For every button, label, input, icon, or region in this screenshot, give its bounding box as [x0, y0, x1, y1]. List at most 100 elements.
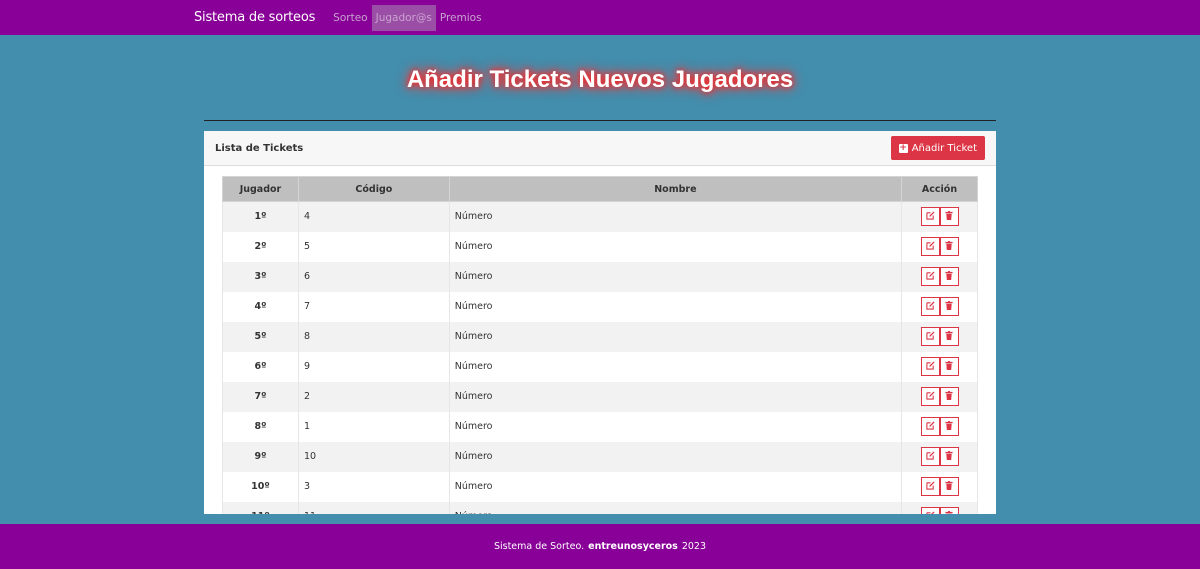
cell-codigo: 5 — [297, 231, 450, 262]
cell-jugador: 8º — [222, 411, 299, 442]
header-nombre[interactable]: Nombre — [448, 176, 903, 202]
trash-icon — [945, 300, 953, 313]
edit-icon — [925, 270, 935, 283]
brand-link[interactable]: Sistema de sorteos — [194, 10, 315, 25]
row-actions — [920, 297, 959, 316]
nav-link-jugadores[interactable]: Jugador@s — [371, 4, 436, 31]
edit-button[interactable] — [920, 357, 940, 376]
edit-icon — [925, 330, 935, 343]
delete-button[interactable] — [939, 507, 959, 514]
nav-link-premios[interactable]: Premios — [436, 5, 486, 31]
card-header: Lista de Tickets + Añadir Ticket — [204, 131, 996, 166]
cell-accion — [901, 501, 978, 514]
table-header-row: Jugador Código Nombre Acción — [222, 176, 978, 202]
edit-icon — [925, 211, 935, 223]
delete-button[interactable] — [939, 387, 959, 406]
card-title: Lista de Tickets — [215, 142, 304, 154]
edit-button[interactable] — [920, 387, 940, 406]
edit-icon — [925, 450, 935, 463]
cell-nombre: Número — [448, 291, 903, 322]
cell-codigo: 10 — [297, 441, 450, 472]
cell-nombre: Número — [448, 441, 903, 472]
table-row: 11º11Número — [222, 501, 978, 514]
edit-button[interactable] — [920, 327, 940, 346]
cell-jugador: 7º — [222, 381, 299, 412]
edit-button[interactable] — [920, 267, 940, 286]
row-actions — [920, 327, 959, 346]
table-row: 1º 4 Número — [222, 201, 978, 232]
table-row: 7º 2 Número — [222, 381, 978, 412]
nav-link-sorteo[interactable]: Sorteo — [329, 5, 371, 31]
edit-icon — [925, 390, 935, 403]
row-actions — [920, 417, 959, 436]
cell-codigo: 11 — [297, 501, 450, 514]
cell-accion — [901, 441, 978, 472]
table-row: 10º 3 Número — [222, 471, 978, 502]
tickets-table: Jugador Código Nombre Acción 1º 4 Número 2º… — [222, 176, 978, 514]
delete-button[interactable] — [939, 297, 959, 316]
row-actions — [920, 357, 959, 376]
edit-button[interactable] — [920, 237, 940, 256]
delete-button[interactable] — [939, 357, 959, 376]
edit-button[interactable] — [920, 297, 940, 316]
divider — [204, 120, 996, 121]
edit-button[interactable] — [920, 417, 940, 436]
delete-button[interactable] — [939, 207, 959, 227]
row-actions — [920, 387, 959, 406]
header-codigo[interactable]: Código — [297, 176, 450, 202]
cell-codigo: 7 — [297, 291, 450, 322]
cell-nombre: Número — [448, 261, 903, 292]
edit-button[interactable] — [920, 477, 940, 496]
delete-button[interactable] — [939, 237, 959, 256]
delete-button[interactable] — [939, 267, 959, 286]
cell-accion — [901, 381, 978, 412]
header-jugador[interactable]: Jugador — [222, 176, 299, 202]
footer-year: 2023 — [681, 541, 707, 552]
table-row: 9º 10 Número — [222, 441, 978, 472]
cell-jugador: 11º — [222, 501, 299, 514]
cell-accion — [901, 261, 978, 292]
cell-codigo: 9 — [297, 351, 450, 382]
cell-jugador: 9º — [222, 441, 299, 472]
trash-icon — [945, 510, 953, 514]
trash-icon — [945, 480, 953, 493]
cell-nombre: Número — [448, 471, 903, 502]
row-actions — [920, 477, 959, 496]
edit-icon — [925, 300, 935, 313]
table-row: 5º 8 Número — [222, 321, 978, 352]
cell-nombre: Número — [448, 231, 903, 262]
table-row: 6º 9 Número — [222, 351, 978, 382]
edit-icon — [925, 240, 935, 253]
page-title: Añadir Tickets Nuevos Jugadores — [406, 66, 794, 93]
cell-codigo: 4 — [297, 201, 450, 232]
table-row: 3º 6 Número — [222, 261, 978, 292]
trash-icon — [945, 450, 953, 463]
edit-icon — [925, 480, 935, 493]
edit-button[interactable] — [920, 207, 940, 227]
row-actions — [920, 267, 959, 286]
add-ticket-button[interactable]: + Añadir Ticket — [890, 136, 985, 160]
navbar: Sistema de sorteos Sorteo Jugador@s Prem… — [0, 0, 1200, 35]
cell-codigo: 2 — [297, 381, 450, 412]
cell-codigo: 1 — [297, 411, 450, 442]
delete-button[interactable] — [939, 447, 959, 466]
delete-button[interactable] — [939, 327, 959, 346]
cell-nombre: Número — [448, 321, 903, 352]
delete-button[interactable] — [939, 477, 959, 496]
header-accion[interactable]: Acción — [901, 176, 978, 202]
edit-icon — [925, 420, 935, 433]
cell-nombre: Número — [448, 201, 903, 232]
cell-codigo: 3 — [297, 471, 450, 502]
edit-button[interactable] — [920, 507, 940, 514]
row-actions — [920, 447, 959, 466]
plus-square-icon: + — [898, 142, 908, 153]
cell-accion — [901, 351, 978, 382]
delete-button[interactable] — [939, 417, 959, 436]
add-ticket-label: Añadir Ticket — [911, 142, 977, 154]
cell-jugador: 3º — [222, 261, 299, 292]
footer: Sistema de Sorteo. entreunosyceros 2023 — [0, 524, 1200, 569]
edit-button[interactable] — [920, 447, 940, 466]
table-row: 4º 7 Número — [222, 291, 978, 322]
trash-icon — [945, 330, 953, 343]
edit-icon — [925, 510, 935, 514]
